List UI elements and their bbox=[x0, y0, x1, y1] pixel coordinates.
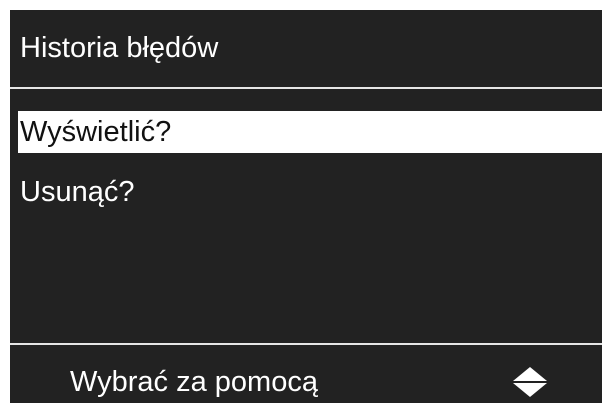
device-display: Historia błędów Wyświetlić? Usunąć? Wybr… bbox=[10, 10, 602, 403]
header: Historia błędów bbox=[10, 10, 602, 86]
footer-hint: Wybrać za pomocą bbox=[70, 366, 318, 398]
header-divider bbox=[10, 87, 602, 89]
menu-item-label: Usunąć? bbox=[20, 176, 135, 208]
menu-item-label: Wyświetlić? bbox=[20, 116, 172, 148]
menu-item-display[interactable]: Wyświetlić? bbox=[18, 111, 602, 153]
page-title: Historia błędów bbox=[20, 32, 219, 64]
menu-item-delete[interactable]: Usunąć? bbox=[18, 171, 602, 213]
up-down-arrows-icon[interactable] bbox=[510, 366, 550, 398]
footer-divider bbox=[10, 343, 602, 345]
